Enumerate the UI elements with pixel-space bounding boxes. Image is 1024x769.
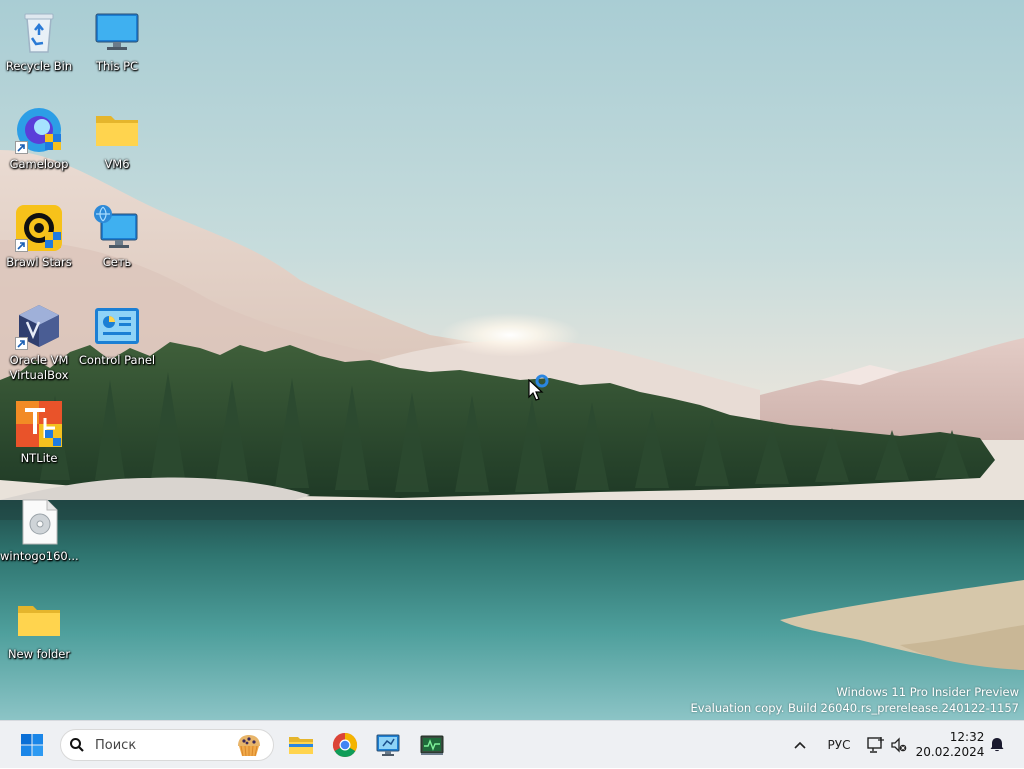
desktop-icon-label: New folder: [7, 647, 71, 661]
disc-image-file-icon: [15, 498, 63, 546]
desktop-icon-label: Gameloop: [9, 157, 69, 171]
desktop-icon-label: Recycle Bin: [5, 59, 73, 73]
bell-icon: [990, 738, 1004, 752]
clock-time: 12:32: [949, 730, 985, 744]
taskbar-app-chrome[interactable]: [327, 729, 363, 761]
desktop-icon-this-pc[interactable]: This PC: [78, 8, 156, 74]
search-input[interactable]: [93, 736, 217, 754]
desktop-icon-vm6[interactable]: VM6: [78, 106, 156, 172]
desktop-icon-control-panel[interactable]: Control Panel: [78, 302, 156, 368]
network-volume-tray[interactable]: [862, 721, 910, 769]
desktop-icon-label: Oracle VM VirtualBox: [9, 353, 69, 382]
desktop-icon-recycle-bin[interactable]: Recycle Bin: [0, 8, 78, 74]
desktop-icon-label: VM6: [104, 157, 130, 171]
taskbar-app-control-panel[interactable]: [370, 729, 406, 761]
desktop-icon-brawl-stars[interactable]: Brawl Stars: [0, 204, 78, 270]
start-button[interactable]: [14, 729, 50, 761]
show-hidden-icons-button[interactable]: [786, 721, 814, 769]
desktop-icon-label: Control Panel: [78, 353, 156, 367]
shortcut-arrow-icon: [15, 141, 28, 154]
clock[interactable]: 12:32 20.02.2024: [915, 721, 985, 769]
task-manager-icon: [420, 735, 444, 755]
search-highlight-muffin-icon: [238, 735, 260, 757]
volume-muted-icon: [891, 737, 907, 753]
search-icon: [70, 738, 84, 752]
chevron-up-icon: [794, 741, 806, 749]
control-panel-icon: [93, 302, 141, 350]
folder-icon: [15, 596, 63, 644]
shortcut-arrow-icon: [15, 239, 28, 252]
folder-icon: [93, 106, 141, 154]
desktop-icon-network[interactable]: Сеть: [78, 204, 156, 270]
brawl-stars-icon: [15, 204, 63, 252]
desktop-icon-ntlite[interactable]: NTLite: [0, 400, 78, 466]
file-explorer-icon: [289, 737, 313, 754]
virtualbox-icon: [15, 302, 63, 350]
desktop-icon-virtualbox[interactable]: Oracle VM VirtualBox: [0, 302, 78, 383]
evaluation-watermark: Windows 11 Pro Insider Preview Evaluatio…: [691, 684, 1019, 716]
desktop-icon-wintogo[interactable]: wintogo160...: [0, 498, 79, 564]
clock-date: 20.02.2024: [915, 745, 985, 759]
taskbar-app-file-explorer[interactable]: [283, 729, 319, 761]
recycle-bin-icon: [15, 8, 63, 56]
taskbar-search[interactable]: [60, 729, 274, 761]
ntlite-icon: [15, 400, 63, 448]
desktop-icon-label: This PC: [95, 59, 139, 73]
taskbar: РУС 12:32 20.02.2024: [0, 720, 1024, 768]
watermark-build: Evaluation copy. Build 26040.rs_prerelea…: [690, 701, 1019, 715]
gameloop-icon: [15, 106, 63, 154]
desktop-icon-label: NTLite: [20, 451, 58, 465]
desktop-icon-label: wintogo160...: [0, 549, 79, 563]
watermark-edition: Windows 11 Pro Insider Preview: [836, 685, 1019, 699]
control-panel-icon: [376, 734, 400, 756]
taskbar-app-task-manager[interactable]: [414, 729, 450, 761]
network-icon: [93, 204, 141, 252]
mouse-pointer-icon: [528, 379, 544, 401]
shortcut-arrow-icon: [15, 337, 28, 350]
input-language-indicator[interactable]: РУС: [820, 721, 858, 769]
notifications-button[interactable]: [984, 721, 1010, 769]
desktop-icon-new-folder[interactable]: New folder: [0, 596, 78, 662]
desktop-icon-label: Brawl Stars: [6, 255, 72, 269]
desktop-icon-label: Сеть: [102, 255, 132, 269]
network-disconnected-icon: [867, 737, 884, 753]
windows-logo-icon: [21, 734, 43, 756]
desktop-icon-gameloop[interactable]: Gameloop: [0, 106, 78, 172]
chrome-icon: [332, 733, 358, 758]
this-pc-icon: [93, 8, 141, 56]
